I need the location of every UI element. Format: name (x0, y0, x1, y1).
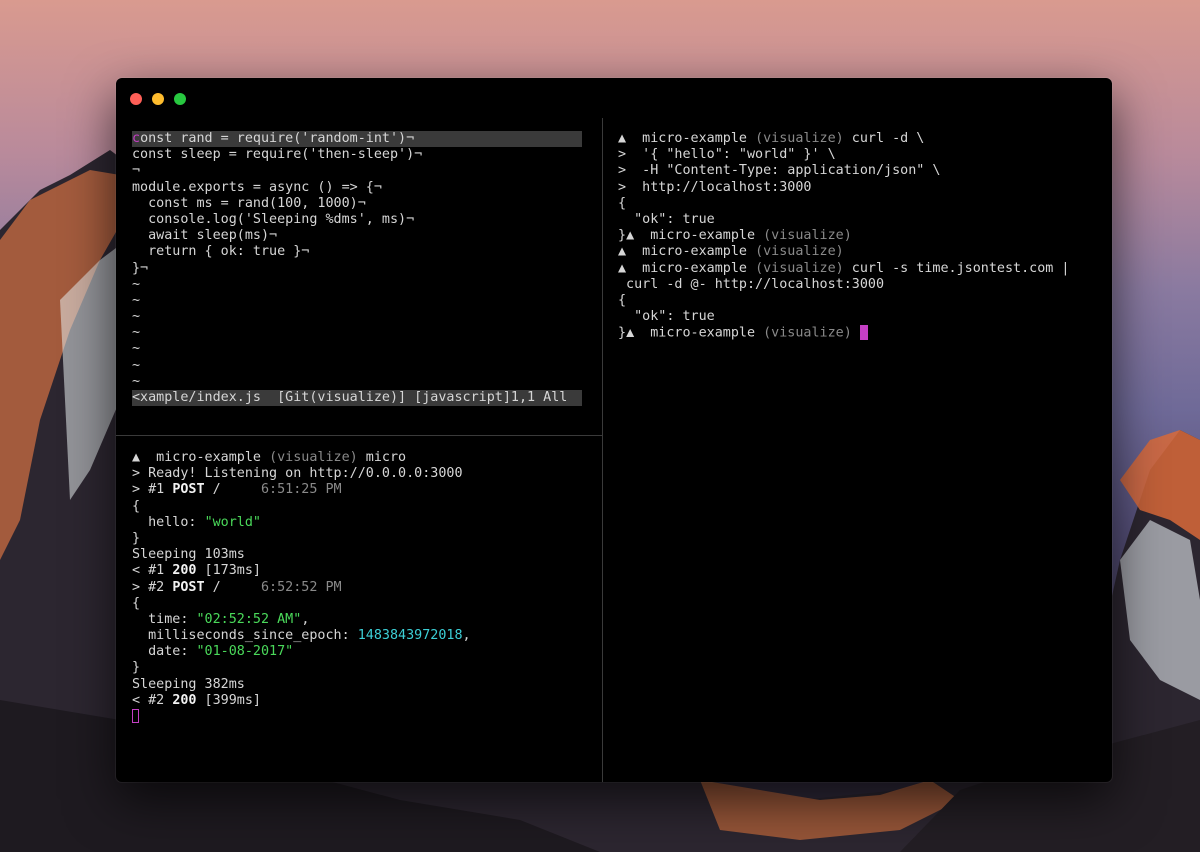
editor-empty-line: ~ (132, 373, 141, 389)
title-bar[interactable] (116, 78, 1112, 118)
terminal-cursor (859, 325, 868, 341)
terminal-cursor (132, 709, 139, 723)
triangle-prompt-icon: ▲ (618, 260, 627, 276)
pane-divider-horizontal[interactable] (116, 435, 602, 436)
log-line: } (132, 530, 141, 546)
editor-line: const sleep = require('then-sleep')¬ (132, 147, 423, 163)
shell-prompt: ▲ micro-example (visualize) curl -d \ (618, 131, 925, 146)
triangle-prompt-icon: ▲ (626, 325, 635, 341)
minimize-icon[interactable] (152, 93, 164, 105)
editor-empty-line: ~ (132, 325, 141, 341)
shell-prompt: }▲ micro-example (visualize) (618, 325, 1098, 341)
shell-prompt: ▲ micro-example (visualize) curl -s time… (618, 260, 1070, 276)
pane-divider-vertical[interactable] (602, 118, 603, 782)
editor-current-line: const rand = require('random-int')¬ (132, 131, 582, 148)
log-line: { (132, 498, 141, 514)
shell-prompt: }▲ micro-example (visualize) (618, 228, 852, 244)
request-line: > #2 POST / 6:52:52 PM (132, 579, 342, 595)
command-continuation: > '{ "hello": "world" }' \ (618, 147, 836, 163)
triangle-prompt-icon: ▲ (626, 228, 635, 244)
response-line: < #1 200 [173ms] (132, 563, 261, 579)
editor-cursor: c (132, 131, 141, 146)
command-continuation: > http://localhost:3000 (618, 179, 812, 195)
editor-empty-line: ~ (132, 309, 141, 325)
editor-empty-line: ~ (132, 276, 141, 292)
terminal-cursor-line (132, 709, 592, 725)
log-line: milliseconds_since_epoch: 1483843972018, (132, 628, 471, 644)
editor-empty-line: ~ (132, 292, 141, 308)
output-line: { (618, 292, 627, 308)
shell-prompt: ▲ micro-example (visualize) (618, 244, 844, 260)
log-line: > Ready! Listening on http://0.0.0.0:300… (132, 466, 463, 482)
editor-line: return { ok: true }¬ (132, 244, 310, 260)
response-line: < #2 200 [399ms] (132, 692, 261, 708)
client-pane[interactable]: ▲ micro-example (visualize) curl -d \ > … (618, 131, 1098, 341)
output-line: "ok": true (618, 309, 715, 325)
editor-line: await sleep(ms)¬ (132, 228, 278, 244)
triangle-prompt-icon: ▲ (618, 244, 627, 260)
editor-empty-line: ~ (132, 357, 141, 373)
server-pane[interactable]: ▲ micro-example (visualize) micro > Read… (132, 450, 592, 725)
log-line: hello: "world" (132, 514, 261, 530)
triangle-prompt-icon: ▲ (618, 131, 627, 146)
editor-line: }¬ (132, 260, 149, 276)
command-continuation: curl -d @- http://localhost:3000 (618, 276, 885, 292)
close-icon[interactable] (130, 93, 142, 105)
editor-line: ¬ (132, 163, 141, 179)
triangle-prompt-icon: ▲ (132, 450, 141, 465)
log-line: date: "01-08-2017" (132, 644, 294, 660)
shell-prompt: ▲ micro-example (visualize) micro (132, 450, 407, 465)
log-line: Sleeping 103ms (132, 547, 245, 563)
editor-line: module.exports = async () => {¬ (132, 179, 382, 195)
editor-pane[interactable]: const rand = require('random-int')¬ cons… (132, 131, 582, 407)
command-continuation: > -H "Content-Type: application/json" \ (618, 163, 941, 179)
log-line: Sleeping 382ms (132, 676, 245, 692)
log-line: { (132, 595, 141, 611)
log-line: } (132, 660, 141, 676)
terminal-window[interactable]: const rand = require('random-int')¬ cons… (116, 78, 1112, 782)
zoom-icon[interactable] (174, 93, 186, 105)
editor-line: const ms = rand(100, 1000)¬ (132, 195, 366, 211)
editor-line: console.log('Sleeping %dms', ms)¬ (132, 211, 415, 227)
request-line: > #1 POST / 6:51:25 PM (132, 482, 342, 498)
log-line: time: "02:52:52 AM", (132, 611, 310, 627)
output-line: { (618, 195, 627, 211)
editor-statusline: <xample/index.js [Git(visualize)] [javas… (132, 390, 582, 407)
editor-empty-line: ~ (132, 341, 141, 357)
output-line: "ok": true (618, 211, 715, 227)
